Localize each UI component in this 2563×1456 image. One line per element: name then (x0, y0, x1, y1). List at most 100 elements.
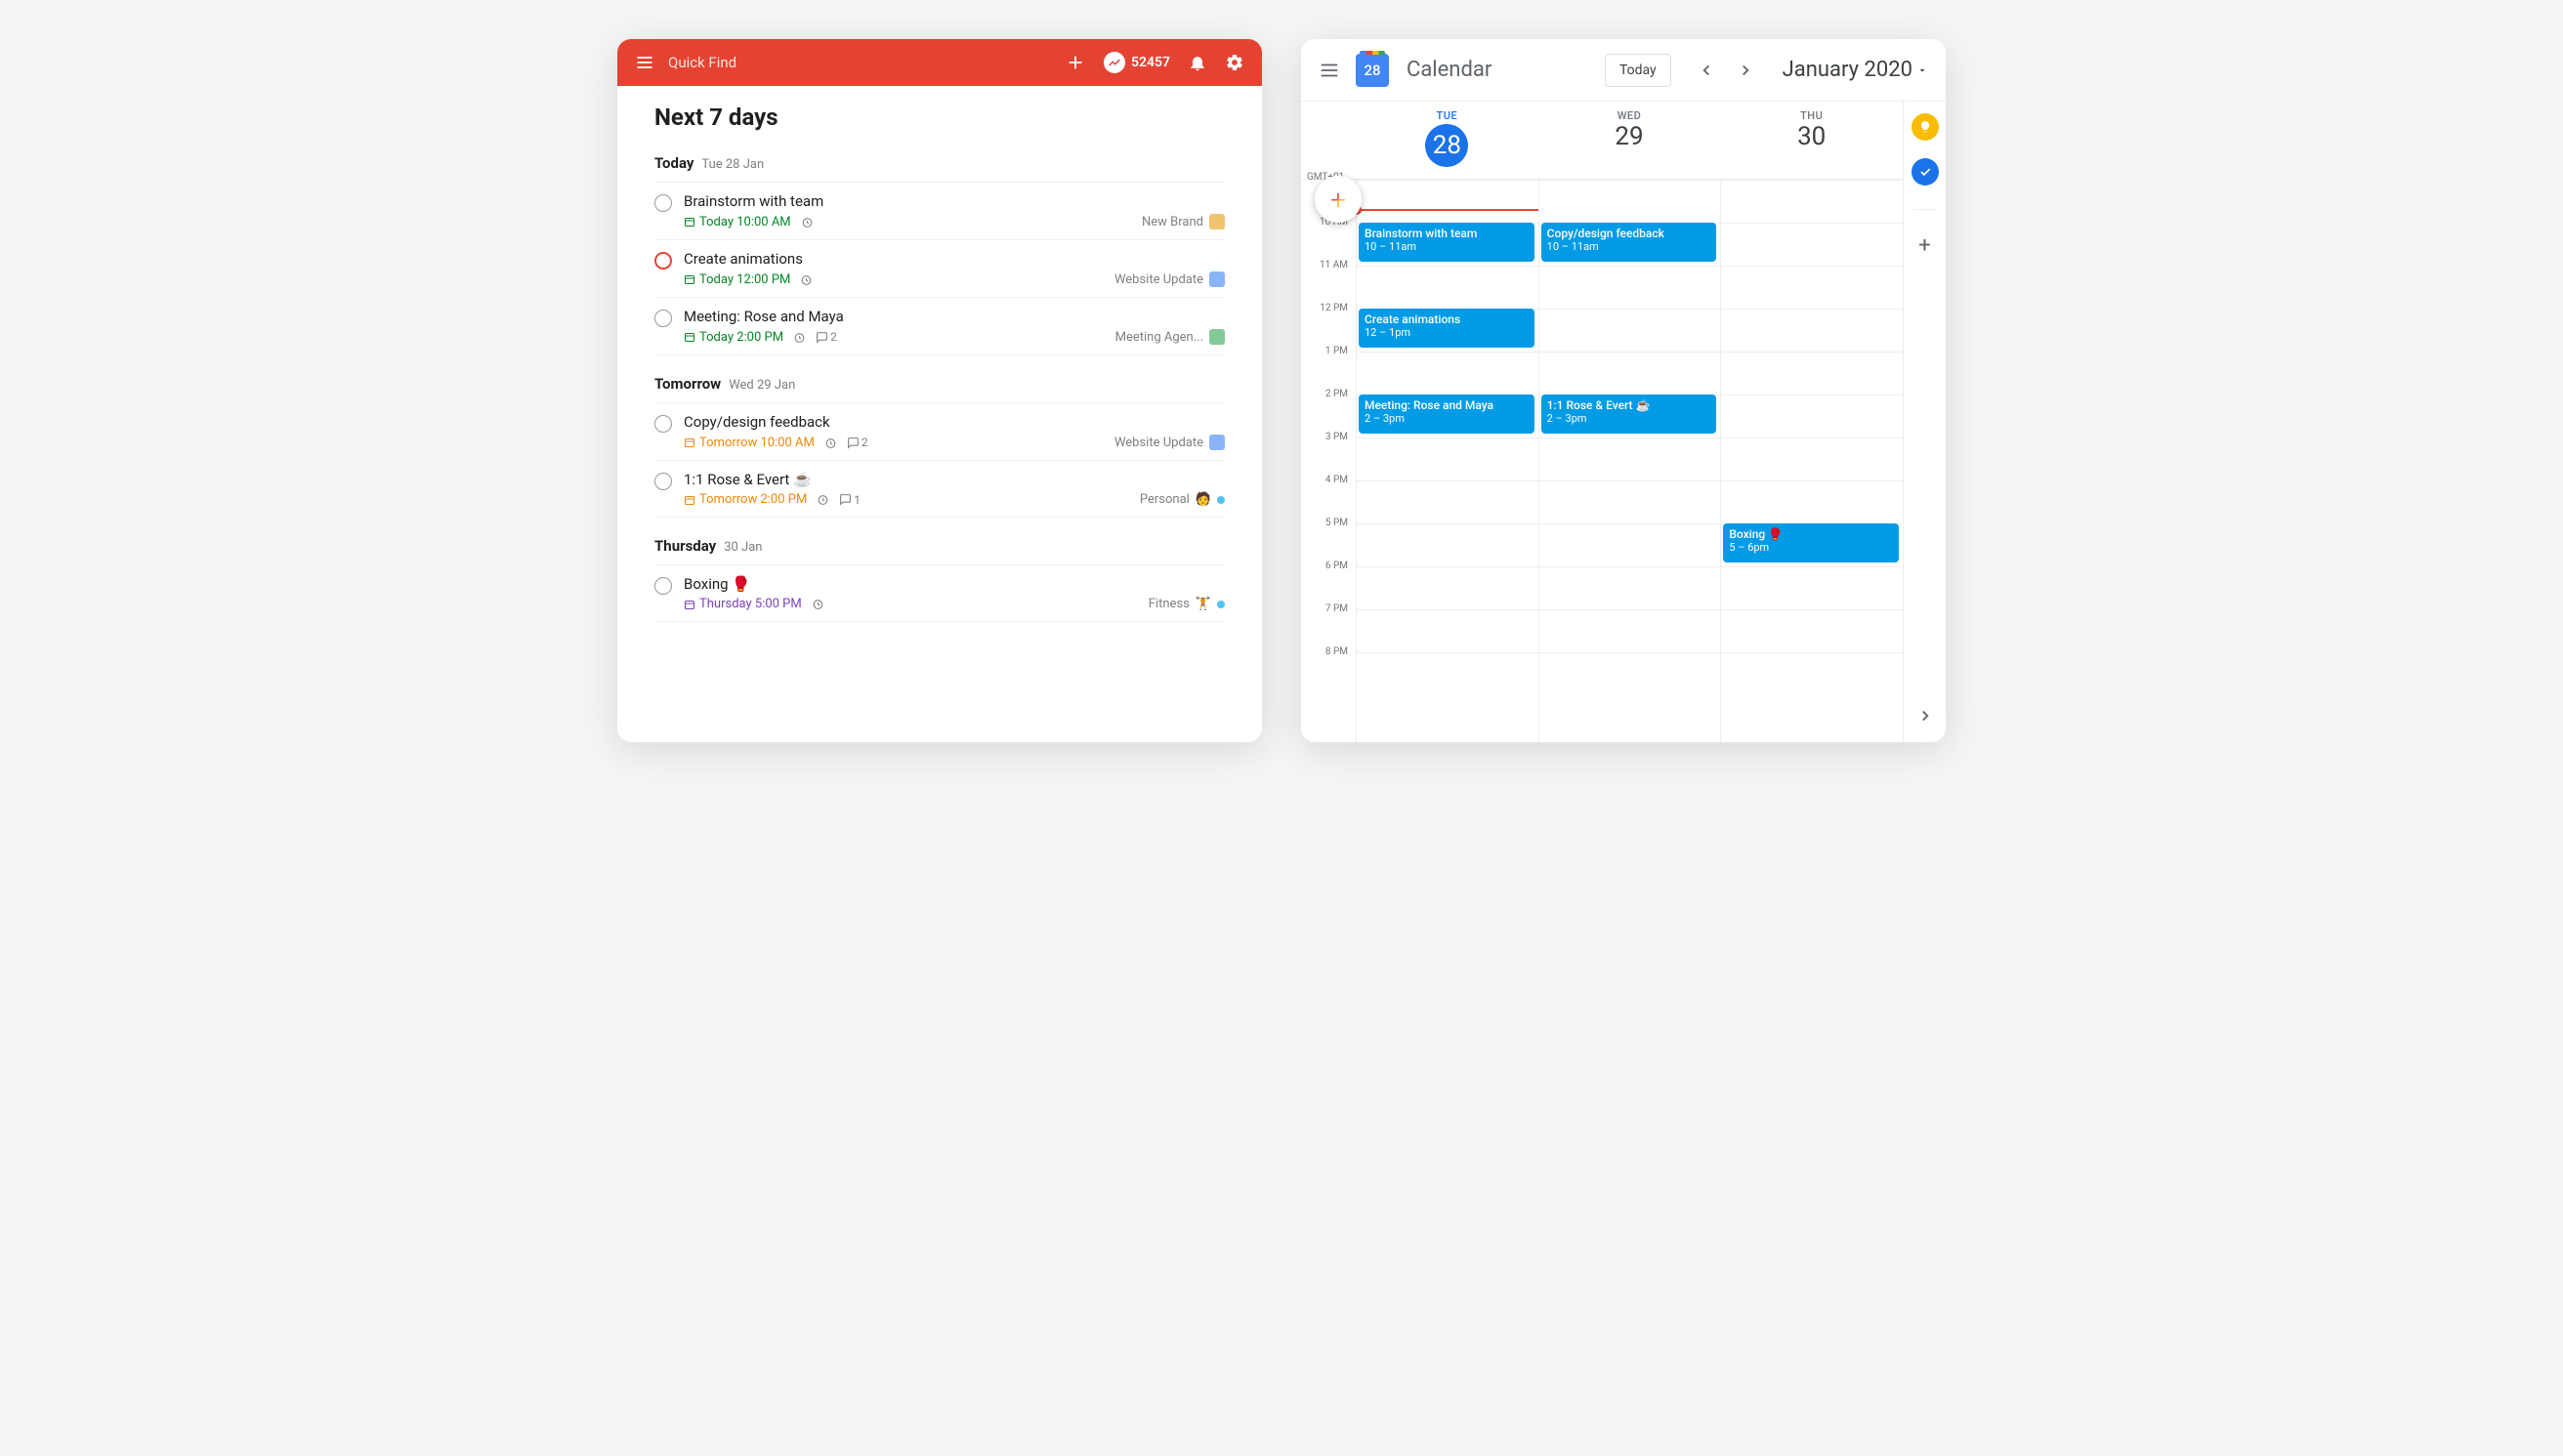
next-button[interactable] (1730, 55, 1761, 86)
calendar-event[interactable]: Create animations12 – 1pm (1359, 309, 1534, 348)
day-header[interactable]: THU30 (1720, 102, 1903, 179)
grid-line (1721, 180, 1903, 181)
task-item[interactable]: Boxing 🥊 Thursday 5:00 PM Fitness 🏋️ (654, 565, 1225, 622)
create-event-fab[interactable]: + (1315, 176, 1362, 223)
alarm-icon (817, 493, 829, 506)
task-project[interactable]: Fitness 🏋️ (1149, 597, 1225, 611)
grid-line (1721, 223, 1903, 224)
day-header[interactable]: TUE28 (1356, 102, 1538, 179)
collapse-panel-icon[interactable] (1916, 707, 1934, 728)
calendar-icon (684, 494, 695, 506)
task-checkbox[interactable] (654, 415, 672, 433)
task-item[interactable]: 1:1 Rose & Evert ☕ Tomorrow 2:00 PM 1 Pe… (654, 461, 1225, 518)
task-checkbox[interactable] (654, 252, 672, 270)
task-due: Tomorrow 2:00 PM (684, 492, 807, 507)
task-item[interactable]: Brainstorm with team Today 10:00 AM New … (654, 183, 1225, 240)
hamburger-icon[interactable] (635, 53, 654, 72)
assignee-avatar (1209, 271, 1225, 287)
calendar-event[interactable]: Boxing 🥊5 – 6pm (1723, 523, 1899, 562)
alarm-icon (793, 331, 806, 344)
grid-line (1721, 566, 1903, 567)
event-time: 10 – 11am (1365, 240, 1529, 253)
grid-line (1539, 609, 1721, 610)
calendar-event[interactable]: Copy/design feedback10 – 11am (1541, 223, 1717, 262)
calendar-event[interactable]: Brainstorm with team10 – 11am (1359, 223, 1534, 262)
hour-label: 1 PM (1301, 346, 1356, 389)
project-name: Fitness (1149, 597, 1190, 611)
alarm-icon (801, 216, 814, 229)
task-item[interactable]: Copy/design feedback Tomorrow 10:00 AM 2… (654, 403, 1225, 461)
task-item[interactable]: Meeting: Rose and Maya Today 2:00 PM 2 M… (654, 298, 1225, 355)
day-number: 30 (1797, 122, 1826, 151)
grid-line (1357, 480, 1538, 481)
section-date: Wed 29 Jan (729, 378, 795, 393)
grid-line (1357, 352, 1538, 353)
section-date: Tue 28 Jan (701, 157, 764, 172)
task-project[interactable]: Website Update (1114, 271, 1225, 287)
tasks-icon[interactable] (1912, 158, 1939, 186)
section-date: 30 Jan (724, 540, 762, 555)
event-title: Brainstorm with team (1365, 227, 1529, 240)
day-column[interactable]: Boxing 🥊5 – 6pm (1720, 180, 1903, 742)
grid-line (1357, 180, 1538, 181)
task-due: Thursday 5:00 PM (684, 597, 802, 611)
task-checkbox[interactable] (654, 194, 672, 212)
project-name: Website Update (1114, 272, 1203, 287)
section-day: Today (654, 154, 693, 172)
task-checkbox[interactable] (654, 473, 672, 490)
calendar-icon (684, 216, 695, 228)
today-button[interactable]: Today (1605, 54, 1671, 87)
day-header[interactable]: WED29 (1538, 102, 1721, 179)
grid-line (1539, 652, 1721, 653)
grid-line (1721, 437, 1903, 438)
dropdown-caret-icon (1916, 64, 1928, 76)
page-title: Next 7 days (654, 104, 1225, 131)
day-of-week: WED (1538, 109, 1721, 122)
task-title: Brainstorm with team (684, 192, 1225, 210)
event-time: 2 – 3pm (1547, 412, 1711, 425)
task-project[interactable]: New Brand (1142, 214, 1225, 229)
calendar-event[interactable]: Meeting: Rose and Maya2 – 3pm (1359, 395, 1534, 434)
app-title: Calendar (1407, 58, 1492, 82)
task-project[interactable]: Meeting Agen... (1115, 329, 1225, 345)
task-project[interactable]: Website Update (1114, 435, 1225, 450)
day-of-week: THU (1720, 109, 1903, 122)
event-title: Meeting: Rose and Maya (1365, 398, 1529, 412)
hour-label: 11 AM (1301, 260, 1356, 303)
task-title: Create animations (684, 250, 1225, 268)
search-input[interactable] (668, 54, 1065, 71)
grid-line (1721, 309, 1903, 310)
task-item[interactable]: Create animations Today 12:00 PM Website… (654, 240, 1225, 298)
karma-score[interactable]: 52457 (1104, 52, 1170, 73)
month-picker[interactable]: January 2020 (1783, 58, 1928, 82)
calendar-logo-icon: 28 (1356, 54, 1389, 87)
gcal-side-panel: + (1903, 102, 1946, 742)
day-number: 29 (1615, 122, 1643, 151)
prev-button[interactable] (1691, 55, 1722, 86)
keep-icon[interactable] (1912, 113, 1939, 141)
grid-line (1357, 266, 1538, 267)
task-checkbox[interactable] (654, 310, 672, 327)
hour-label: 5 PM (1301, 518, 1356, 561)
settings-gear-icon[interactable] (1225, 53, 1244, 72)
add-task-icon[interactable] (1065, 52, 1086, 73)
task-project[interactable]: Personal 🧑 (1140, 492, 1225, 507)
grid-line (1721, 266, 1903, 267)
notification-bell-icon[interactable] (1188, 53, 1207, 72)
alarm-icon (812, 598, 824, 610)
day-column[interactable]: Copy/design feedback10 – 11am 1:1 Rose & … (1538, 180, 1721, 742)
task-due: Today 2:00 PM (684, 330, 783, 345)
grid-line (1539, 180, 1721, 181)
task-checkbox[interactable] (654, 577, 672, 595)
calendar-icon (684, 273, 695, 285)
gcal-body: + GMT+01 TUE28WED29THU30 9 AM10 AM11 AM1… (1301, 102, 1946, 742)
hamburger-icon[interactable] (1319, 60, 1340, 81)
event-title: Create animations (1365, 312, 1529, 326)
grid-line (1539, 266, 1721, 267)
grid-line (1357, 609, 1538, 610)
hour-label: 8 PM (1301, 646, 1356, 689)
divider (1913, 209, 1937, 210)
calendar-event[interactable]: 1:1 Rose & Evert ☕2 – 3pm (1541, 395, 1717, 434)
day-column[interactable]: Brainstorm with team10 – 11am Create anim… (1356, 180, 1538, 742)
add-addon-icon[interactable]: + (1918, 233, 1930, 258)
